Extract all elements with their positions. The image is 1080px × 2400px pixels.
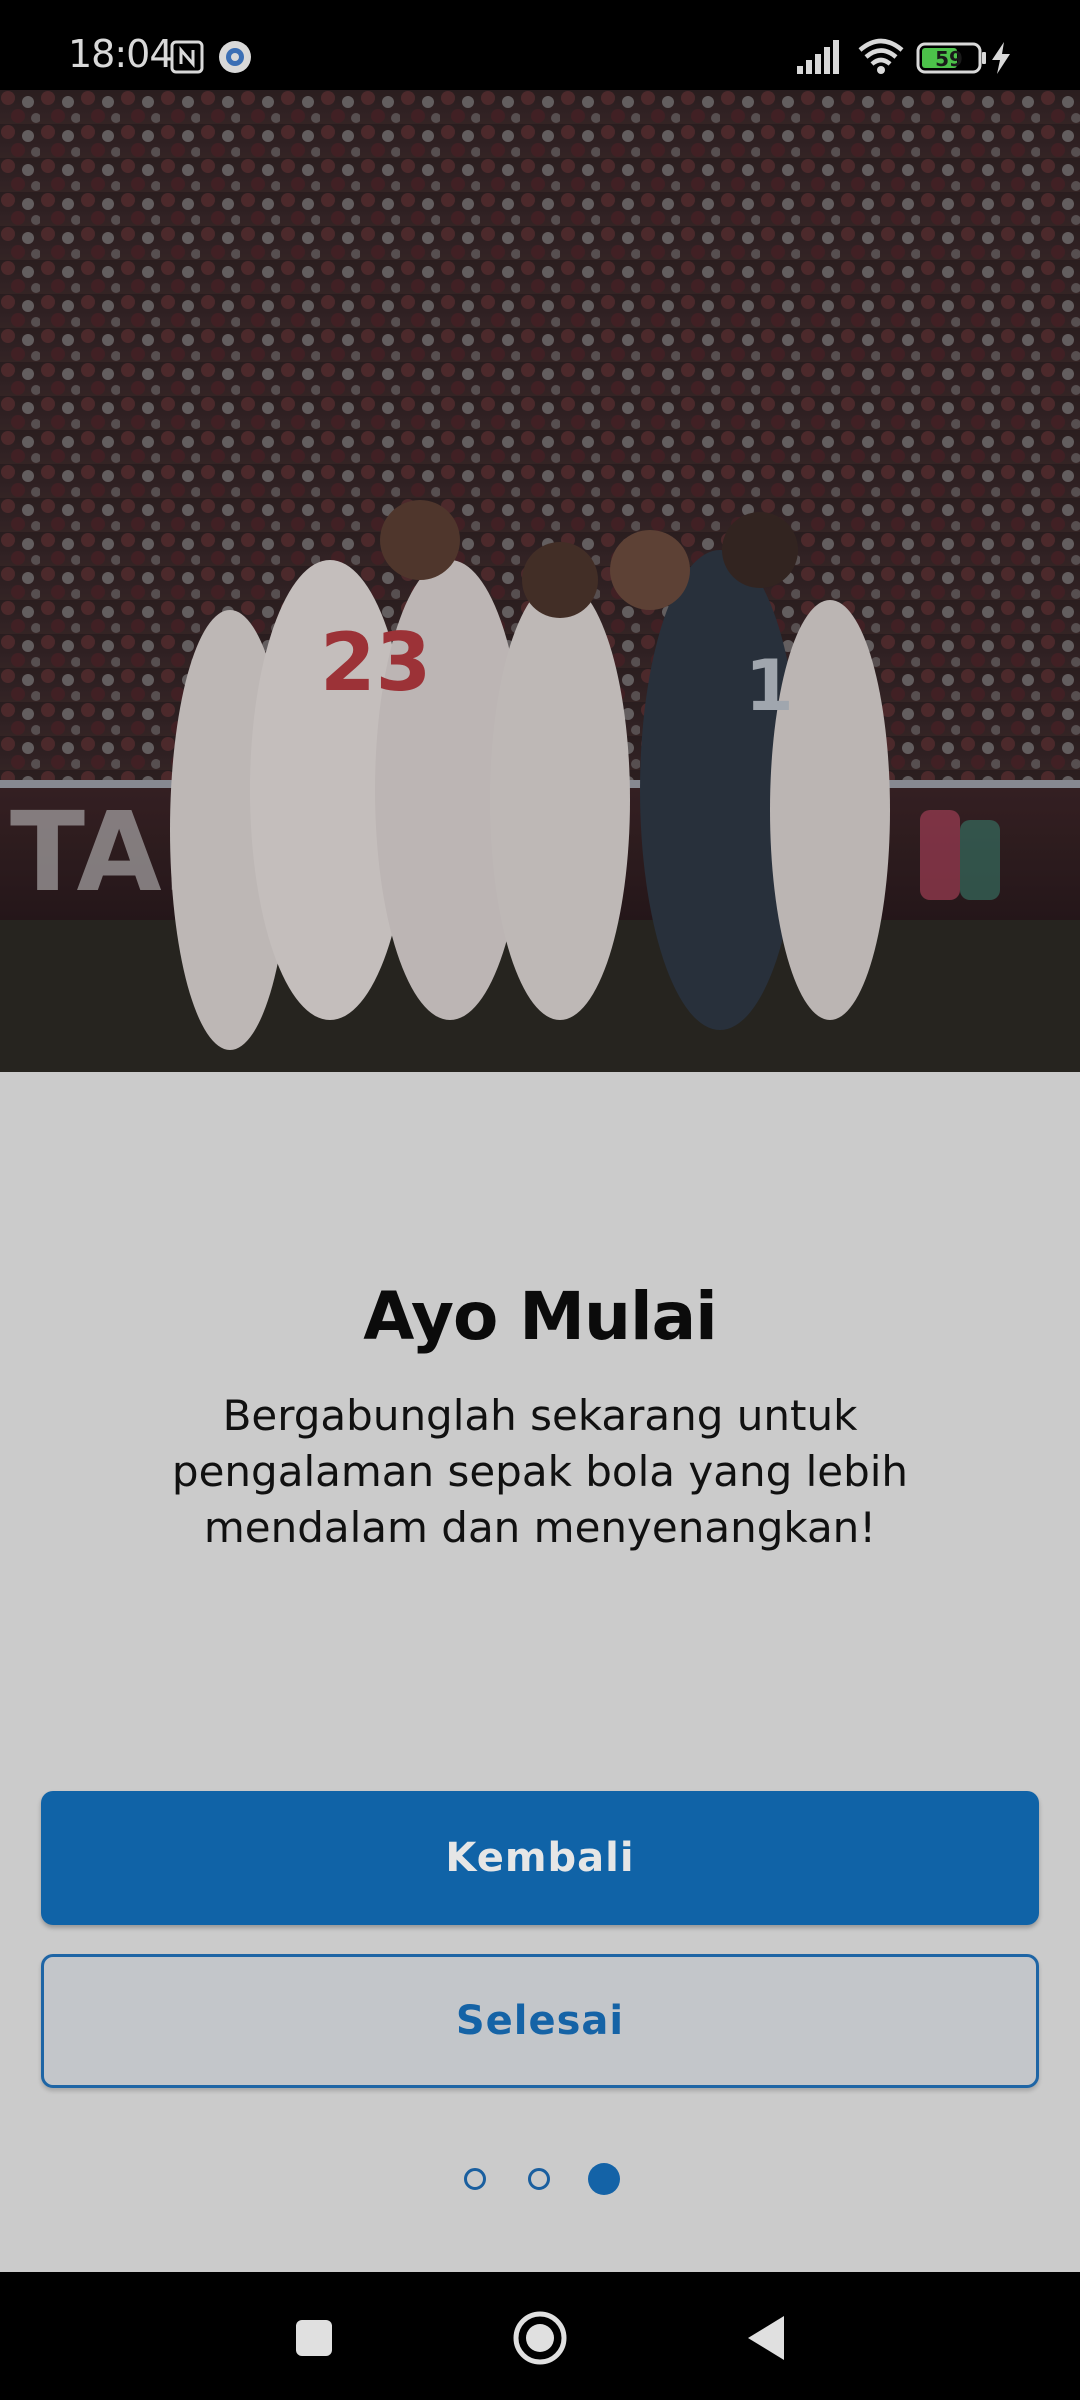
- page-dot-1[interactable]: [464, 2168, 486, 2190]
- hero-image: TAR 23 1: [0, 90, 1080, 1072]
- page-description: Bergabunglah sekarang untuk pengalaman s…: [171, 1391, 909, 1552]
- status-time: 18:04: [68, 32, 174, 76]
- charging-icon: [990, 42, 1012, 78]
- system-navigation-bar: [0, 2272, 1080, 2400]
- page-dot-2[interactable]: [528, 2168, 550, 2190]
- battery-icon: 59: [916, 42, 988, 78]
- nfc-icon: [170, 40, 204, 78]
- wifi-icon: [858, 38, 904, 78]
- home-icon[interactable]: [508, 2306, 572, 2370]
- back-button[interactable]: Kembali: [41, 1791, 1039, 1925]
- back-icon[interactable]: [734, 2306, 798, 2370]
- app-notification-icon: [218, 40, 252, 78]
- page-indicator: [0, 2163, 1080, 2197]
- recents-icon[interactable]: [282, 2306, 346, 2370]
- battery-level: 59: [935, 47, 963, 71]
- signal-icon: [797, 40, 843, 78]
- page-title: Ayo Mulai: [363, 1278, 718, 1355]
- page-dot-3-active[interactable]: [588, 2163, 620, 2195]
- finish-button[interactable]: Selesai: [41, 1954, 1039, 2088]
- onboarding-screen: 18:04 59 TAR 23 1 Ayo Mulai Bergabunglah…: [0, 0, 1080, 2400]
- status-bar: 18:04 59: [0, 0, 1080, 90]
